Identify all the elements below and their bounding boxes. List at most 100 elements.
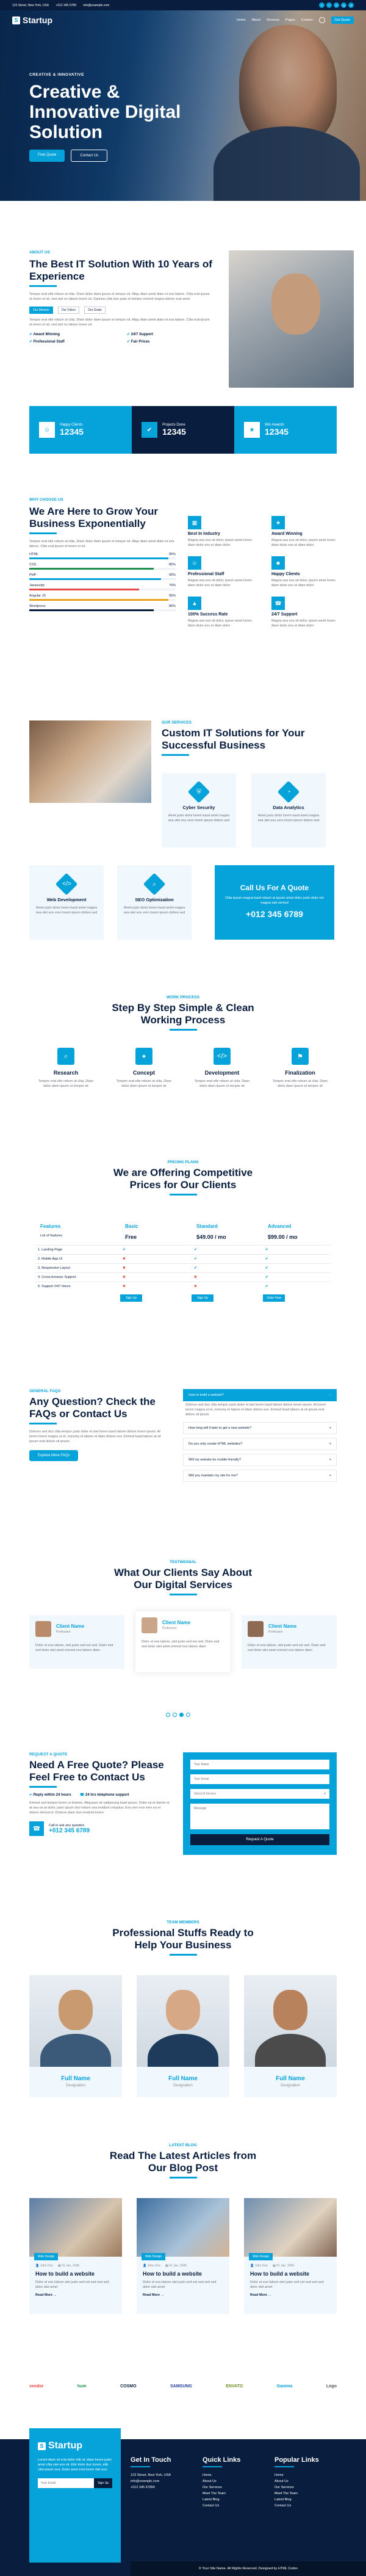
free-quote-button[interactable]: Free Quote [29, 150, 65, 162]
name-input[interactable] [190, 1760, 329, 1769]
footer-link[interactable]: About Us [274, 2478, 336, 2484]
footer-link[interactable]: Our Services [203, 2484, 264, 2491]
call-phone[interactable]: +012 345 6789 [49, 1827, 90, 1834]
footer-link[interactable]: About Us [203, 2478, 264, 2484]
feature-title: Professional Staff [188, 572, 224, 576]
request-quote-button[interactable]: Request A Quote [190, 1834, 329, 1845]
contact-us-button[interactable]: Contact Us [71, 150, 108, 162]
faq-text: Dolores sed duo clita tempor justo dolor… [29, 1430, 161, 1443]
service-card-data[interactable]: ◔ Data Analytics Amet justo dolor lorem … [251, 773, 326, 847]
pricing-button-cell: Sign Up [120, 1294, 188, 1302]
nav-contact[interactable]: Contact [301, 18, 313, 22]
order-button[interactable]: Sign Up [192, 1294, 214, 1302]
footer-link[interactable]: Meet The Team [274, 2491, 336, 2497]
faq-item[interactable]: How to build a website? − [183, 1389, 337, 1401]
blog-title[interactable]: How to build a website [29, 2268, 122, 2280]
blog-card[interactable]: Web Design 👤 John Doe ▦ 01 Jan, 2045 How to… [244, 2198, 337, 2314]
newsletter-email-input[interactable] [38, 2478, 95, 2488]
brand-logo[interactable]: COSMO [120, 2384, 136, 2389]
twitter-icon[interactable]: X [319, 2, 325, 8]
blog-title[interactable]: How to build a website [137, 2268, 229, 2280]
nav-about[interactable]: About [252, 18, 260, 22]
footer-link[interactable]: Latest Blog [203, 2497, 264, 2503]
email-input[interactable] [190, 1774, 329, 1784]
brand-logo[interactable]: hum [77, 2384, 87, 2389]
tab-goals[interactable]: Our Goals [84, 307, 106, 314]
arrow-right-icon: → [52, 2293, 57, 2297]
step-title: Finalization [285, 1070, 315, 1076]
faq-item[interactable]: Do you only create HTML websites? + [183, 1438, 337, 1450]
cross-icon: ✖ [123, 1266, 126, 1270]
faq-accordion: How to build a website? − Dolores sed duo … [183, 1389, 337, 1486]
facebook-icon[interactable]: f [326, 2, 332, 8]
skill-name: PHP [29, 573, 37, 577]
title-underline [203, 2466, 222, 2467]
linkedin-icon[interactable]: in [334, 2, 339, 8]
service-title: Cyber Security [182, 805, 215, 810]
read-more-link[interactable]: Read More → [244, 2293, 337, 2297]
footer-logo[interactable]: S Startup [38, 2440, 112, 2451]
carousel-dot[interactable] [173, 1713, 177, 1717]
carousel-dot[interactable] [166, 1713, 170, 1717]
service-card-seo[interactable]: ⌕ SEO Optimization Amet justo dolor lore… [117, 865, 192, 940]
feature-name: 4. Cross-browser Support [38, 1275, 76, 1279]
faq-item[interactable]: How long will it take to get a new websi… [183, 1422, 337, 1434]
instagram-icon[interactable]: ig [341, 2, 346, 8]
team-photo [29, 1975, 122, 2067]
blog-card[interactable]: Web Design 👤 John Doe ▦ 01 Jan, 2045 How to… [137, 2198, 229, 2314]
footer-link[interactable]: Contact Us [274, 2503, 336, 2509]
blog-category[interactable]: Web Design [142, 2253, 166, 2260]
bulb-icon: ✦ [135, 1048, 152, 1065]
footer-link[interactable]: Home [274, 2472, 336, 2478]
faq-item[interactable]: Will my website be mobile-friendly? + [183, 1454, 337, 1466]
blog-title[interactable]: How to build a website [244, 2268, 337, 2280]
footer-link[interactable]: Latest Blog [274, 2497, 336, 2503]
tab-mission[interactable]: Our Mission [29, 307, 53, 314]
nav-home[interactable]: Home [237, 18, 246, 22]
youtube-icon[interactable]: yt [348, 2, 354, 8]
nav-pages[interactable]: Pages [285, 18, 295, 22]
explore-faqs-button[interactable]: Explore More FAQs [29, 1450, 79, 1461]
brand-logo[interactable]: Logo [326, 2384, 337, 2389]
read-more-link[interactable]: Read More → [29, 2293, 122, 2297]
feature-name: 5. Support 24/7 Hours [38, 1285, 71, 1288]
service-card-cyber[interactable]: ⛨ Cyber Security Amet justo dolor lorem … [162, 773, 236, 847]
get-quote-button[interactable]: Get Quote [331, 16, 354, 24]
brand-logo[interactable]: Gamma [277, 2384, 293, 2389]
service-select[interactable]: Select A Service ▾ [190, 1789, 329, 1799]
brand-logo[interactable]: vendor [29, 2384, 43, 2389]
brand-logo[interactable]: SAMSUNG [170, 2384, 192, 2389]
order-button[interactable]: Sign Up [120, 1294, 143, 1302]
tab-vision[interactable]: Our Vision [57, 307, 79, 314]
service-card-web[interactable]: </> Web Development Amet justo dolor lor… [29, 865, 104, 940]
search-icon[interactable] [318, 17, 325, 23]
message-input[interactable] [190, 1804, 329, 1829]
why-section: WHY CHOOSE US We Are Here to Grow Your B… [0, 498, 366, 669]
footer-link[interactable]: Home [203, 2472, 264, 2478]
nav-services[interactable]: Services [267, 18, 279, 22]
carousel-dot[interactable] [179, 1713, 184, 1717]
carousel-dot[interactable] [186, 1713, 190, 1717]
footer-link[interactable]: Meet The Team [203, 2491, 264, 2497]
newsletter-signup-button[interactable]: Sign Up [94, 2478, 112, 2488]
read-more-link[interactable]: Read More → [137, 2293, 229, 2297]
plan-price: $99.00 / mo [268, 1234, 298, 1240]
search-icon: ⌕ [143, 873, 166, 896]
brand-logo[interactable]: S Startup [12, 15, 52, 25]
member-name: Full Name [276, 2075, 305, 2082]
feature-name: 3. Responsive Layout [38, 1266, 70, 1270]
footer-link[interactable]: Contact Us [203, 2503, 264, 2509]
faq-item[interactable]: Will you maintain my site for me? + [183, 1470, 337, 1482]
title-underline [169, 2177, 197, 2179]
order-button[interactable]: Order Now [263, 1294, 285, 1302]
call-number[interactable]: +012 345 6789 [215, 909, 334, 919]
section-tag: TEAM MEMBERS [167, 1920, 199, 1925]
blog-card[interactable]: Web Design 👤 John Doe ▦ 01 Jan, 2045 How to… [29, 2198, 122, 2314]
blog-category[interactable]: Web Design [34, 2253, 59, 2260]
section-title: We are Offering Competitive Prices for O… [113, 1167, 253, 1191]
team-section: TEAM MEMBERS Professional Stuffs Ready t… [0, 1920, 366, 2097]
footer-link[interactable]: Our Services [274, 2484, 336, 2491]
blog-category[interactable]: Web Design [249, 2253, 273, 2260]
address-text: 123 Street, New York, USA [12, 3, 49, 7]
brand-logo[interactable]: ENVATO [226, 2384, 243, 2389]
